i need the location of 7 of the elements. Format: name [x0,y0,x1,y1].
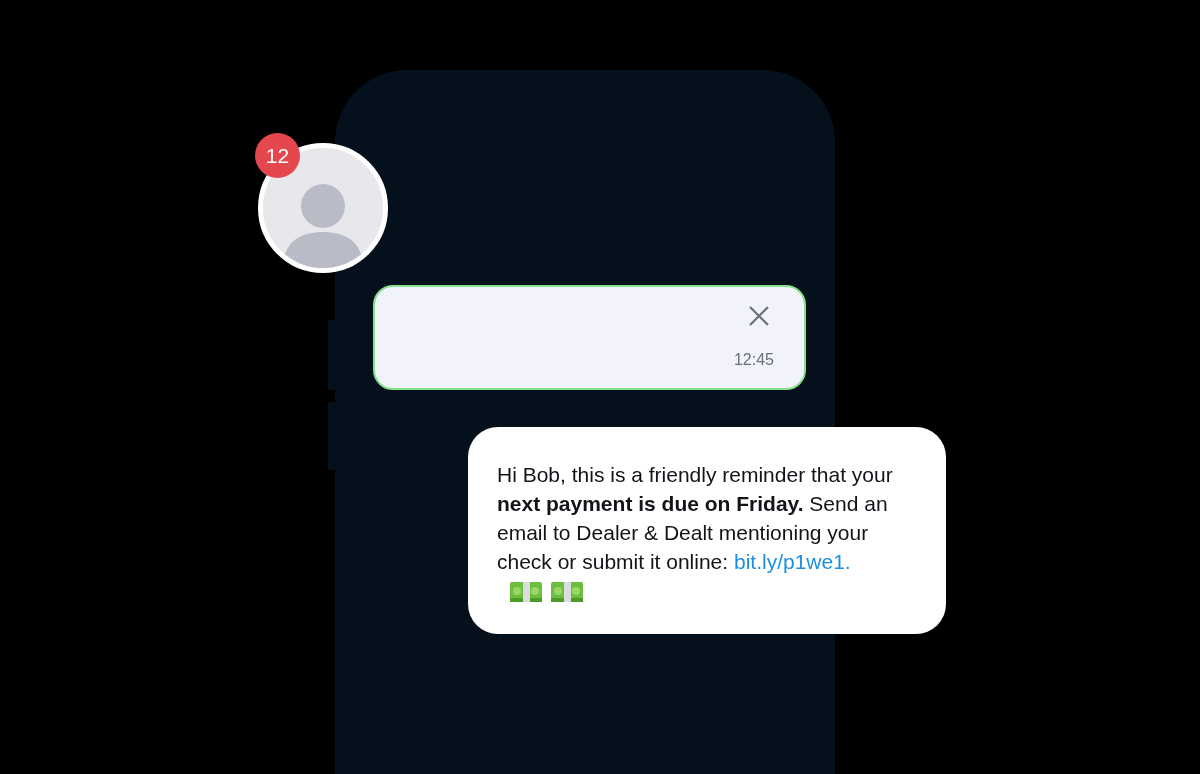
banknote-icon [550,580,584,605]
message-text: Hi Bob, this is a friendly reminder that your next payment is due on Friday. Send an email to Dealer & Dealt mentioning your check or submit it online: bit.ly/p1we1. [497,460,917,605]
message-time: 12:45 [733,350,774,370]
close-icon [748,305,770,327]
banknote-icon [509,580,543,605]
message-link[interactable]: bit.ly/p1we1. [733,550,851,573]
notification-badge: 12 [255,133,300,178]
